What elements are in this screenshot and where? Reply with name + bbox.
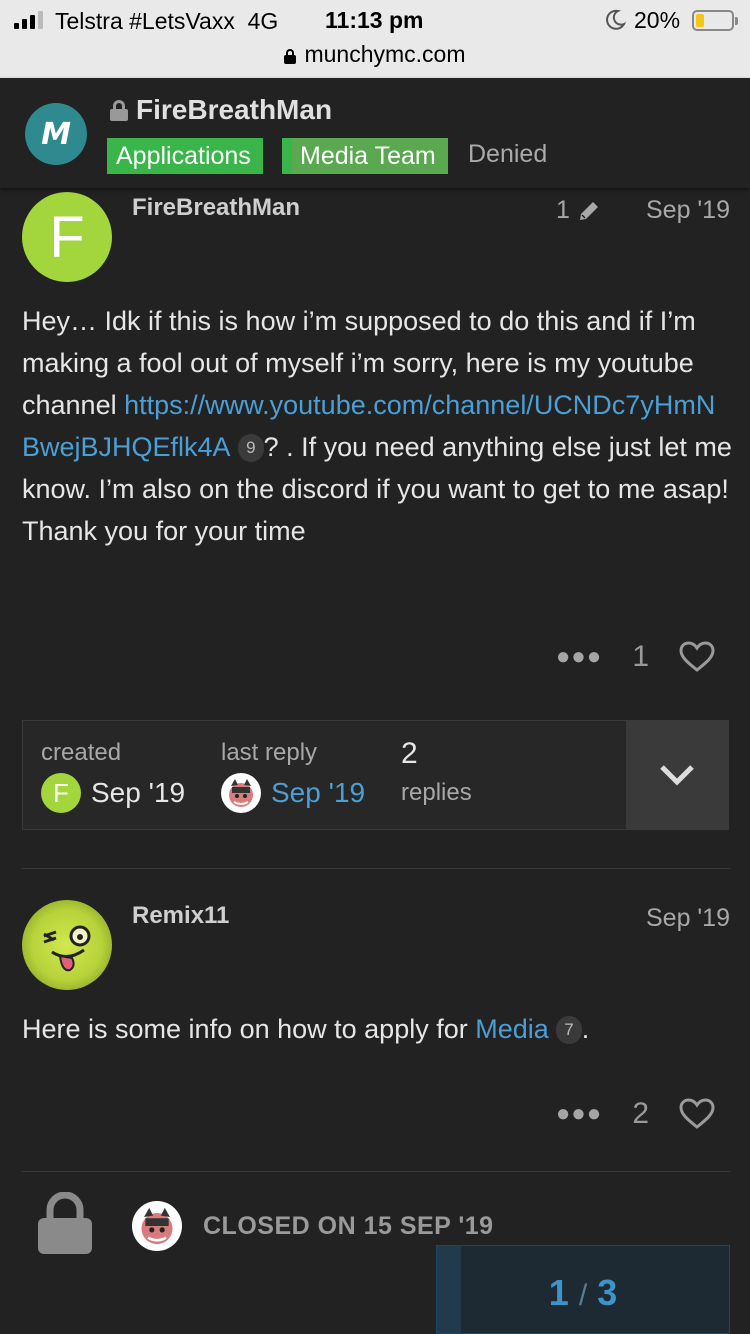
status-bar: Telstra #LetsVaxx 4G 11:13 pm 20% munchy… bbox=[0, 0, 750, 78]
lock-icon bbox=[38, 1192, 92, 1254]
signal-icon bbox=[14, 11, 43, 29]
address-bar[interactable]: munchymc.com bbox=[0, 41, 750, 68]
heart-icon[interactable] bbox=[679, 1098, 715, 1130]
url-text: munchymc.com bbox=[304, 41, 466, 67]
post-divider bbox=[22, 868, 730, 869]
pencil-icon bbox=[579, 201, 598, 220]
closed-notice: CLOSED ON 15 SEP '19 bbox=[203, 1212, 494, 1240]
media-link[interactable]: Media bbox=[475, 1014, 549, 1044]
post-date[interactable]: Sep '19 bbox=[646, 904, 730, 933]
post-username[interactable]: Remix11 bbox=[132, 902, 229, 930]
progress-current: 1 bbox=[548, 1272, 569, 1313]
like-count[interactable]: 2 bbox=[632, 1097, 649, 1131]
post-actions: ●●● 2 bbox=[556, 1097, 715, 1131]
cat-mascot-icon bbox=[229, 779, 253, 807]
topic-title[interactable]: FireBreathMan bbox=[110, 94, 332, 126]
topic-progress[interactable]: 1 / 3 bbox=[436, 1245, 730, 1334]
site-logo[interactable]: M bbox=[25, 103, 87, 165]
created-label: created bbox=[41, 739, 122, 766]
edit-history-button[interactable]: 1 bbox=[556, 196, 602, 225]
avatar-firebreathman[interactable]: F bbox=[22, 192, 112, 282]
edit-count: 1 bbox=[556, 196, 570, 224]
cat-mascot-icon bbox=[141, 1207, 173, 1245]
post-body: Here is some info on how to apply for Me… bbox=[22, 1008, 732, 1050]
replies-label: replies bbox=[401, 779, 472, 806]
avatar-remix11[interactable] bbox=[22, 900, 112, 990]
more-options-icon[interactable]: ●●● bbox=[556, 1100, 603, 1128]
last-reply-date[interactable]: Sep '19 bbox=[271, 777, 365, 809]
expand-topic-map-button[interactable] bbox=[626, 721, 728, 829]
lock-icon bbox=[110, 100, 128, 121]
category-media-team[interactable]: Media Team bbox=[282, 138, 448, 174]
post-body: Hey… Idk if this is how i’m supposed to … bbox=[22, 300, 732, 552]
link-click-count: 7 bbox=[556, 1016, 582, 1044]
last-reply-label: last reply bbox=[221, 739, 318, 766]
post-date[interactable]: Sep '19 bbox=[646, 196, 730, 225]
post-text: Here is some info on how to apply for bbox=[22, 1014, 476, 1044]
post-divider bbox=[22, 1171, 730, 1172]
secure-lock-icon bbox=[284, 49, 297, 64]
progress-separator: / bbox=[578, 1279, 588, 1312]
carrier-label: Telstra #LetsVaxx 4G bbox=[55, 8, 279, 34]
heart-icon[interactable] bbox=[679, 641, 715, 673]
link-click-count: 9 bbox=[238, 434, 264, 462]
progress-text: 1 / 3 bbox=[437, 1272, 729, 1314]
battery-icon bbox=[692, 10, 738, 31]
moderator-avatar[interactable] bbox=[132, 1201, 182, 1251]
topic-header: M FireBreathMan Applications Media Team … bbox=[0, 78, 750, 188]
avatar-letter: F bbox=[53, 777, 69, 808]
category-applications[interactable]: Applications bbox=[107, 138, 263, 174]
chevron-down-icon bbox=[660, 765, 694, 786]
last-reply-info: last reply Sep '19 bbox=[221, 739, 365, 813]
post-text-continued: . bbox=[581, 1014, 590, 1044]
created-info: created F Sep '19 bbox=[41, 739, 185, 813]
like-count[interactable]: 1 bbox=[632, 640, 649, 674]
created-date: Sep '19 bbox=[91, 777, 186, 808]
topic-map: created F Sep '19 last reply Sep '19 2 r… bbox=[22, 720, 729, 830]
more-options-icon[interactable]: ●●● bbox=[556, 643, 603, 671]
post-actions: ●●● 1 bbox=[556, 640, 715, 674]
winking-face-icon bbox=[43, 925, 91, 972]
battery-percent: 20% bbox=[634, 7, 681, 33]
clock: 11:13 pm bbox=[325, 7, 424, 33]
avatar-letter: F bbox=[49, 204, 85, 270]
creator-avatar[interactable]: F bbox=[41, 773, 81, 813]
do-not-disturb-icon bbox=[606, 9, 626, 30]
topic-title-text: FireBreathMan bbox=[136, 94, 333, 125]
reply-count: 2 bbox=[401, 737, 418, 770]
replies-info: 2 replies bbox=[401, 737, 472, 807]
post-username[interactable]: FireBreathMan bbox=[132, 194, 300, 222]
last-replier-avatar[interactable] bbox=[221, 773, 261, 813]
tag-denied[interactable]: Denied bbox=[468, 140, 547, 169]
progress-total: 3 bbox=[597, 1272, 618, 1313]
